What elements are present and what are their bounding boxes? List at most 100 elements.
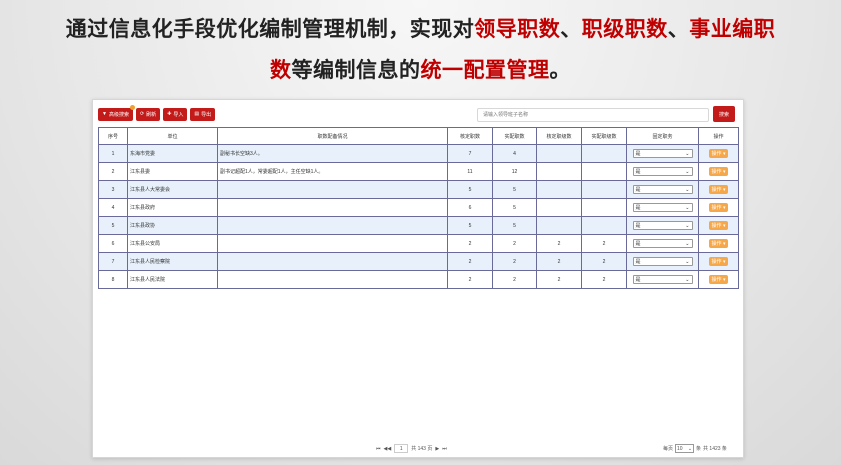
advanced-search-button[interactable]: ▼ 高级搜索	[98, 105, 135, 121]
import-button[interactable]: ✚ 导入	[163, 108, 188, 121]
operation-button[interactable]: 操作 ▾	[708, 203, 729, 212]
page-size-select[interactable]: 10 ⌄	[675, 444, 695, 453]
chevron-down-icon: ⌄	[685, 186, 690, 193]
column-header[interactable]: 单位	[127, 127, 218, 145]
total-records-text: 共 1423 条	[703, 446, 727, 452]
operation-label: 操作	[711, 187, 722, 193]
chevron-down-icon: ▾	[722, 151, 726, 157]
table-row[interactable]: 7 江东县人民检察院 2 2 2 2 是 ⌄ 操作 ▾	[98, 252, 739, 271]
approved-posts: 2	[447, 252, 493, 271]
staffing-note	[217, 234, 448, 253]
column-header[interactable]: 核定职数	[447, 127, 493, 145]
operation-button[interactable]: 操作 ▾	[708, 185, 729, 194]
chevron-down-icon: ⌄	[685, 276, 690, 283]
column-header[interactable]: 职数配备情况	[217, 127, 448, 145]
page-size-value: 10	[677, 445, 683, 452]
fixed-post-select[interactable]: 是 ⌄	[632, 167, 693, 176]
fixed-post-cell: 是 ⌄	[626, 180, 699, 199]
actual-ranks	[581, 198, 627, 217]
document-icon: ▤	[194, 111, 200, 117]
operation-cell: 操作 ▾	[698, 252, 739, 271]
fixed-post-cell: 是 ⌄	[626, 234, 699, 253]
fixed-post-select[interactable]: 是 ⌄	[632, 257, 693, 266]
operation-label: 操作	[711, 241, 722, 247]
table-row[interactable]: 1 东海市党委 副秘书长空缺3人。 7 4 是 ⌄ 操作 ▾	[98, 144, 739, 163]
operation-button[interactable]: 操作 ▾	[708, 275, 729, 284]
unit-name: 江东县人大常委会	[127, 180, 218, 199]
table-row[interactable]: 3 江东县人大常委会 5 5 是 ⌄ 操作 ▾	[98, 180, 739, 199]
unit-name: 江东县人民检察院	[127, 252, 218, 271]
heading-line-2: 数等编制信息的统一配置管理。	[0, 54, 841, 84]
fixed-post-select[interactable]: 是 ⌄	[632, 203, 693, 212]
fixed-post-select[interactable]: 是 ⌄	[632, 239, 693, 248]
table-row[interactable]: 6 江东县公安局 2 2 2 2 是 ⌄ 操作 ▾	[98, 234, 739, 253]
chevron-down-icon: ⌄	[687, 445, 693, 452]
fixed-post-value: 是	[635, 169, 641, 175]
search-button[interactable]: 搜索	[713, 106, 735, 122]
table-row[interactable]: 4 江东县政府 6 5 是 ⌄ 操作 ▾	[98, 198, 739, 217]
fixed-post-cell: 是 ⌄	[626, 216, 699, 235]
unit-name: 东海市党委	[127, 144, 218, 163]
approved-ranks	[536, 216, 582, 235]
prev-page-icon[interactable]: ◀◀	[384, 446, 392, 452]
fixed-post-value: 是	[635, 241, 641, 247]
actual-posts: 2	[492, 252, 537, 271]
last-page-icon[interactable]: ⏭	[442, 446, 447, 452]
import-label: 导入	[173, 112, 184, 118]
fixed-post-value: 是	[635, 277, 641, 283]
actual-posts: 5	[492, 198, 537, 217]
next-page-icon[interactable]: ▶	[435, 446, 439, 452]
fixed-post-select[interactable]: 是 ⌄	[632, 149, 693, 158]
approved-ranks	[536, 198, 582, 217]
chevron-down-icon: ▾	[722, 223, 726, 229]
page-size-control: 每页 10 ⌄ 条 共 1423 条	[663, 444, 727, 453]
operation-button[interactable]: 操作 ▾	[708, 149, 729, 158]
column-header[interactable]: 操作	[698, 127, 739, 145]
toolbar: ▼ 高级搜索 ⟳ 刷新 ✚ 导入 ▤ 导出	[98, 105, 216, 121]
operation-label: 操作	[711, 151, 722, 157]
export-button[interactable]: ▤ 导出	[190, 108, 216, 121]
refresh-button[interactable]: ⟳ 刷新	[135, 108, 161, 121]
approved-ranks: 2	[536, 270, 582, 289]
fixed-post-select[interactable]: 是 ⌄	[632, 221, 693, 230]
operation-label: 操作	[711, 169, 722, 175]
column-header[interactable]: 核定职级数	[536, 127, 582, 145]
operation-button[interactable]: 操作 ▾	[708, 167, 729, 176]
table-row[interactable]: 2 江东县委 副书记超配1人，常委超配1人，主任空缺1人。 11 12 是 ⌄ 操…	[98, 162, 739, 181]
table-body: 1 东海市党委 副秘书长空缺3人。 7 4 是 ⌄ 操作 ▾ 2 江东县委 副书记…	[98, 144, 739, 289]
actual-posts: 4	[492, 144, 537, 163]
fixed-post-select[interactable]: 是 ⌄	[632, 185, 693, 194]
staffing-note: 副书记超配1人，常委超配1人，主任空缺1人。	[217, 162, 448, 181]
chevron-down-icon: ▾	[722, 241, 726, 247]
column-header[interactable]: 实配职级数	[581, 127, 627, 145]
operation-label: 操作	[711, 259, 722, 265]
row-number: 5	[98, 216, 128, 235]
approved-posts: 7	[447, 144, 493, 163]
search-input[interactable]	[477, 108, 709, 122]
column-header[interactable]: 序号	[98, 127, 128, 145]
heading-highlight-leader-posts: 领导职数	[474, 17, 561, 41]
approved-posts: 2	[447, 270, 493, 289]
pagination: ⏮ ◀◀ 1 共 143 页 ▶ ⏭	[376, 444, 447, 453]
operation-button[interactable]: 操作 ▾	[708, 239, 729, 248]
column-header[interactable]: 实配职数	[492, 127, 537, 145]
operation-button[interactable]: 操作 ▾	[708, 257, 729, 266]
approved-posts: 6	[447, 198, 493, 217]
fixed-post-value: 是	[635, 151, 641, 157]
row-number: 3	[98, 180, 128, 199]
table-row[interactable]: 8 江东县人民法院 2 2 2 2 是 ⌄ 操作 ▾	[98, 270, 739, 289]
unit-name: 江东县公安局	[127, 234, 218, 253]
column-header[interactable]: 固定职务	[626, 127, 699, 145]
staffing-note	[217, 252, 448, 271]
actual-posts: 5	[492, 216, 537, 235]
page-number-input[interactable]: 1	[394, 444, 409, 453]
fixed-post-select[interactable]: 是 ⌄	[632, 275, 693, 284]
operation-label: 操作	[711, 205, 722, 211]
approved-ranks: 2	[536, 234, 582, 253]
table-row[interactable]: 5 江东县政协 5 5 是 ⌄ 操作 ▾	[98, 216, 739, 235]
chevron-down-icon: ⌄	[685, 258, 690, 265]
chevron-down-icon: ⌄	[685, 240, 690, 247]
operation-button[interactable]: 操作 ▾	[708, 221, 729, 230]
chevron-down-icon: ▾	[722, 169, 726, 175]
first-page-icon[interactable]: ⏮	[376, 446, 381, 452]
